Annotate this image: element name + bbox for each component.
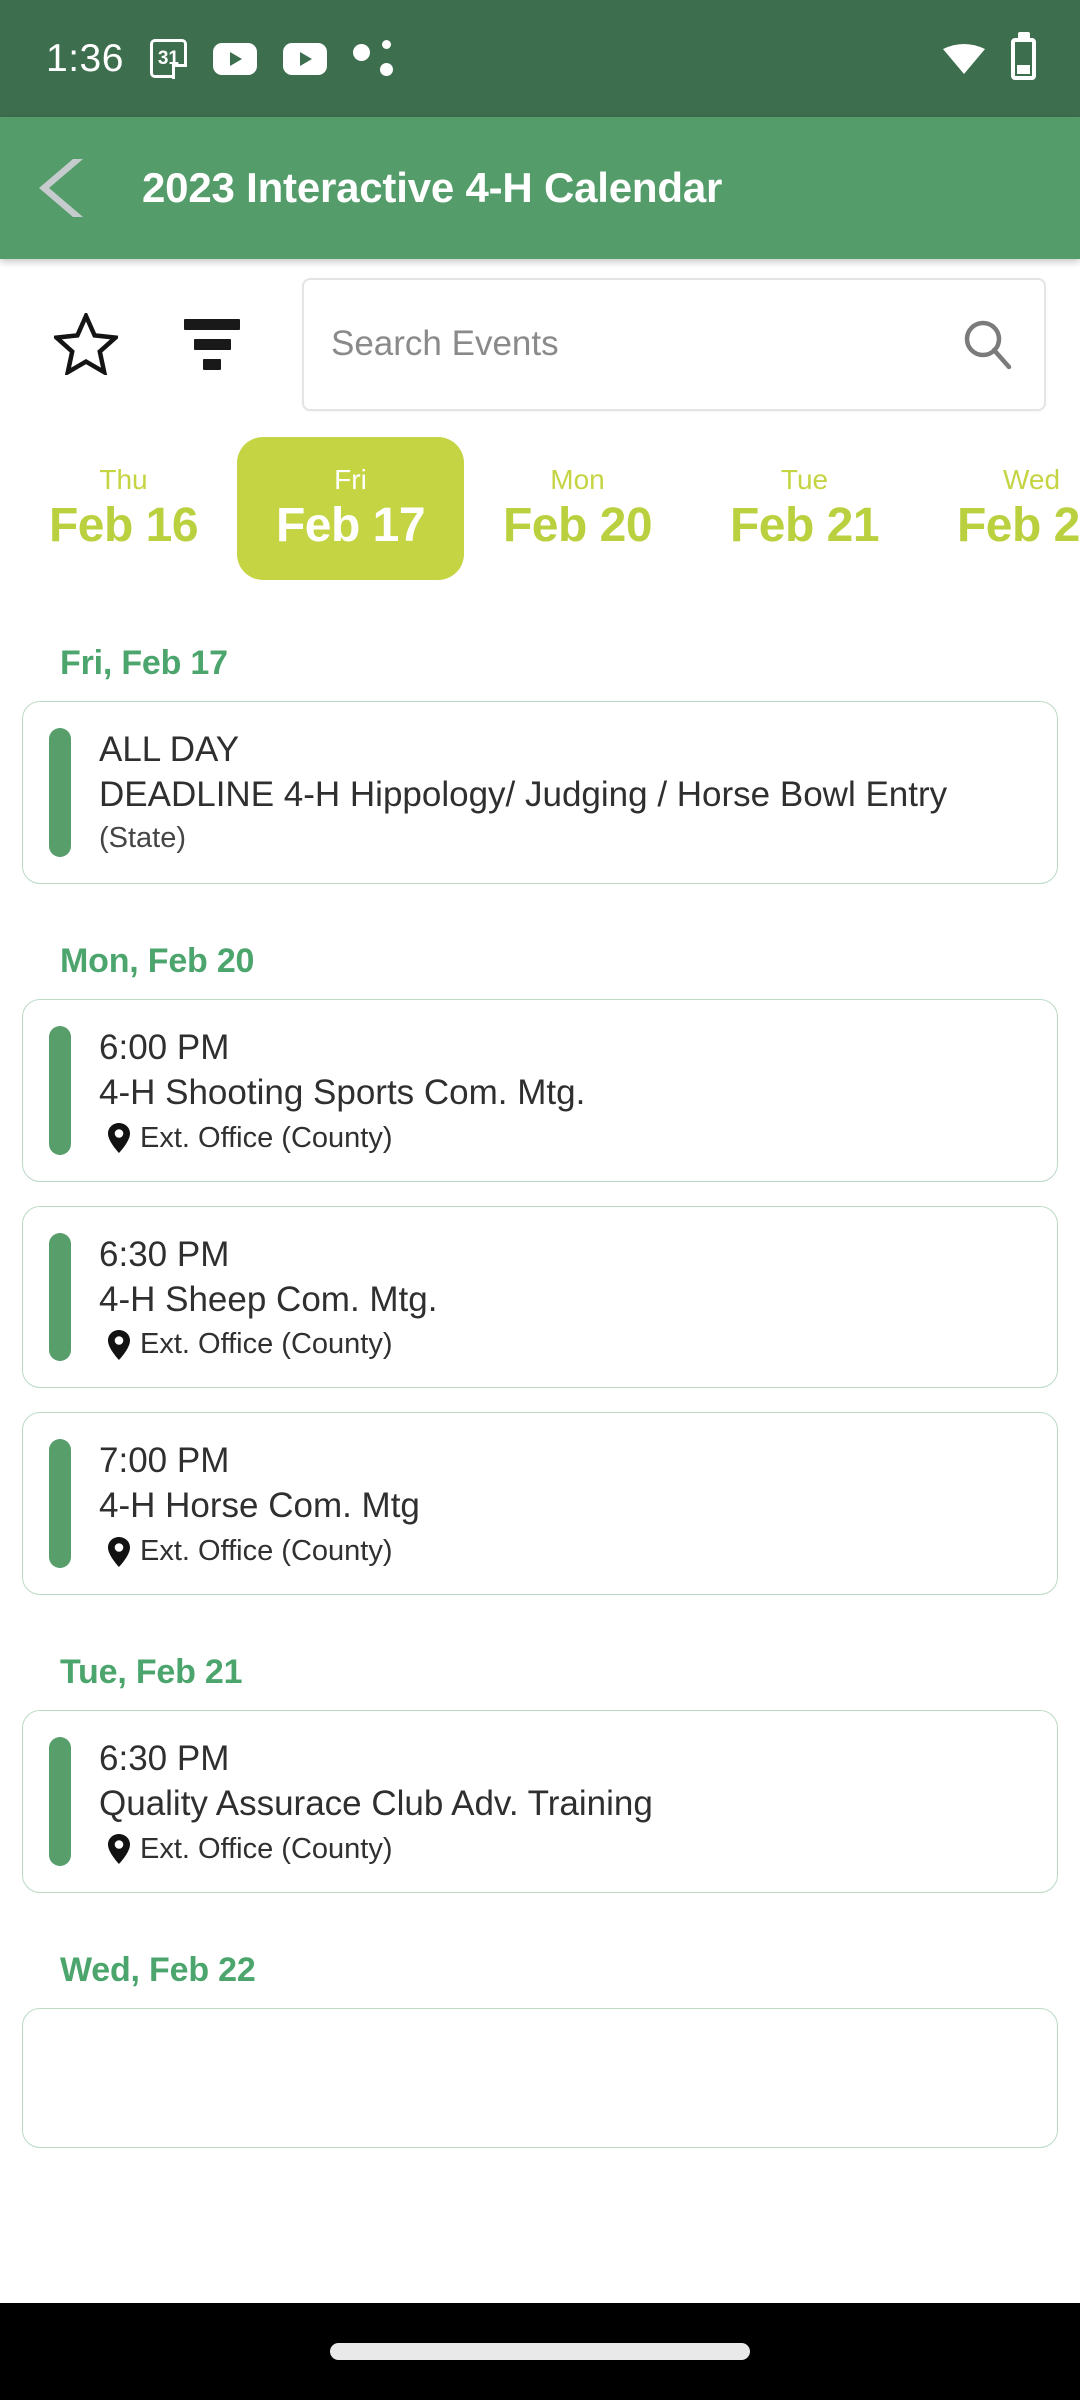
day-group: Wed, Feb 22 bbox=[22, 1951, 1058, 2148]
event-time: 6:00 PM bbox=[99, 1028, 230, 1068]
event-location-label: Ext. Office (County) bbox=[140, 1832, 393, 1865]
event-title: DEADLINE 4-H Hippology/ Judging / Horse … bbox=[99, 774, 948, 814]
status-bar-left: 1:36 31 bbox=[46, 37, 393, 81]
event-title: Quality Assurace Club Adv. Training bbox=[99, 1783, 653, 1823]
search-icon[interactable] bbox=[962, 318, 1014, 370]
location-pin-icon bbox=[107, 1536, 131, 1567]
event-card[interactable]: 7:00 PM 4-H Horse Com. Mtg Ext. Office (Co… bbox=[22, 1412, 1058, 1596]
day-heading: Wed, Feb 22 bbox=[60, 1950, 256, 1989]
date-chip-date: Feb 16 bbox=[48, 499, 199, 552]
location-pin-icon bbox=[107, 1329, 131, 1360]
event-card[interactable]: ALL DAY DEADLINE 4-H Hippology/ Judging /… bbox=[22, 701, 1058, 885]
youtube-icon bbox=[282, 42, 327, 75]
event-time: 6:30 PM bbox=[99, 1739, 230, 1779]
event-card[interactable]: 6:30 PM Quality Assurace Club Adv. Traini… bbox=[22, 1710, 1058, 1893]
event-location-label: Ext. Office (County) bbox=[140, 1535, 393, 1568]
event-card[interactable] bbox=[22, 2007, 1058, 2148]
event-location: Ext. Office (County) bbox=[107, 1328, 1035, 1361]
event-card-body: ALL DAY DEADLINE 4-H Hippology/ Judging /… bbox=[99, 728, 1035, 857]
filter-bar-mid bbox=[193, 338, 231, 350]
wifi-icon bbox=[943, 43, 985, 74]
search-input[interactable] bbox=[331, 324, 962, 364]
event-location-label: Ext. Office (County) bbox=[140, 1121, 393, 1154]
day-group: Fri, Feb 17 ALL DAY DEADLINE 4-H Hippology… bbox=[22, 644, 1058, 885]
filter-bar-bottom bbox=[203, 358, 221, 370]
day-heading: Mon, Feb 20 bbox=[60, 942, 255, 981]
event-time: ALL DAY bbox=[99, 730, 240, 769]
location-pin-icon bbox=[107, 1834, 131, 1865]
calendar-31-icon: 31 bbox=[149, 39, 187, 78]
event-location: Ext. Office (County) bbox=[107, 1122, 1035, 1155]
date-chip-weekday: Wed bbox=[1002, 464, 1061, 495]
event-time: 7:00 PM bbox=[99, 1441, 230, 1481]
calendar-day-number: 31 bbox=[157, 48, 179, 69]
date-chip-date: Feb 21 bbox=[729, 499, 880, 552]
status-bar-notification-icons: 31 bbox=[149, 39, 393, 78]
back-button[interactable] bbox=[22, 145, 108, 231]
date-chip-feb-20[interactable]: Mon Feb 20 bbox=[464, 437, 691, 580]
app-screen: 1:36 31 2023 Interactive 4-H Calendar Se… bbox=[0, 0, 1080, 2400]
status-bar-clock: 1:36 bbox=[46, 36, 124, 80]
event-location: Ext. Office (County) bbox=[107, 1833, 1035, 1866]
youtube-icon bbox=[212, 42, 257, 75]
event-title: 4-H Shooting Sports Com. Mtg. bbox=[99, 1073, 586, 1113]
day-group: Tue, Feb 21 6:30 PM Quality Assurace Club … bbox=[22, 1653, 1058, 1893]
date-chip-feb-16[interactable]: Thu Feb 16 bbox=[10, 437, 237, 580]
date-chip-feb-22[interactable]: Wed Feb 22 bbox=[918, 437, 1080, 580]
event-card-body: 6:30 PM Quality Assurace Club Adv. Traini… bbox=[99, 1737, 1035, 1866]
back-chevron-icon bbox=[39, 159, 83, 217]
event-card-body: 7:00 PM 4-H Horse Com. Mtg Ext. Office (Co… bbox=[99, 1439, 1035, 1568]
date-strip[interactable]: Thu Feb 16 Fri Feb 17 Mon Feb 20 Tue Feb 21 Wed F… bbox=[0, 437, 1080, 592]
event-accent-bar bbox=[49, 1232, 71, 1362]
search-box[interactable] bbox=[302, 277, 1046, 411]
assistant-dots-icon bbox=[352, 39, 393, 78]
event-card[interactable]: 6:00 PM 4-H Shooting Sports Com. Mtg. Ext.… bbox=[22, 999, 1058, 1182]
date-chip-weekday: Fri bbox=[334, 464, 367, 495]
event-title: 4-H Horse Com. Mtg bbox=[99, 1486, 420, 1526]
date-chip-date: Feb 17 bbox=[275, 499, 426, 552]
day-heading: Tue, Feb 21 bbox=[60, 1653, 243, 1692]
event-card-body: 6:00 PM 4-H Shooting Sports Com. Mtg. Ext.… bbox=[99, 1026, 1035, 1155]
status-bar-right bbox=[943, 37, 1036, 80]
app-bar: 2023 Interactive 4-H Calendar bbox=[0, 117, 1080, 259]
event-accent-bar bbox=[49, 1439, 71, 1569]
event-card-body: 6:30 PM 4-H Sheep Com. Mtg. Ext. Office (C… bbox=[99, 1233, 1035, 1362]
event-location: Ext. Office (County) bbox=[107, 1535, 1035, 1568]
date-chip-weekday: Mon bbox=[550, 464, 605, 495]
filter-button[interactable] bbox=[166, 298, 258, 390]
event-card[interactable]: 6:30 PM 4-H Sheep Com. Mtg. Ext. Office (C… bbox=[22, 1205, 1058, 1389]
event-note: (State) bbox=[99, 821, 187, 854]
status-bar: 1:36 31 bbox=[0, 0, 1080, 117]
location-pin-icon bbox=[107, 1123, 131, 1154]
event-accent-bar bbox=[49, 728, 71, 858]
filter-bar-top bbox=[184, 318, 240, 330]
toolbar bbox=[0, 259, 1080, 429]
date-chip-feb-17[interactable]: Fri Feb 17 bbox=[237, 437, 464, 580]
star-outline-icon bbox=[54, 313, 118, 375]
date-chip-weekday: Tue bbox=[780, 464, 829, 495]
home-indicator[interactable] bbox=[330, 2343, 750, 2360]
event-list: Fri, Feb 17 ALL DAY DEADLINE 4-H Hippology… bbox=[0, 644, 1080, 2148]
date-chip-date: Feb 22 bbox=[956, 499, 1080, 552]
system-nav-bar bbox=[0, 2303, 1080, 2400]
event-accent-bar bbox=[49, 1026, 71, 1155]
event-location-label: Ext. Office (County) bbox=[140, 1328, 393, 1361]
favorites-button[interactable] bbox=[40, 298, 132, 390]
date-chip-feb-21[interactable]: Tue Feb 21 bbox=[691, 437, 918, 580]
event-title: 4-H Sheep Com. Mtg. bbox=[99, 1279, 438, 1319]
battery-icon bbox=[1011, 37, 1036, 80]
page-title: 2023 Interactive 4-H Calendar bbox=[142, 164, 723, 211]
event-accent-bar bbox=[49, 1737, 71, 1866]
date-chip-weekday: Thu bbox=[99, 464, 148, 495]
date-chip-date: Feb 20 bbox=[502, 499, 653, 552]
day-heading: Fri, Feb 17 bbox=[60, 644, 228, 682]
day-group: Mon, Feb 20 6:00 PM 4-H Shooting Sports Co… bbox=[22, 942, 1058, 1596]
event-time: 6:30 PM bbox=[99, 1234, 230, 1274]
